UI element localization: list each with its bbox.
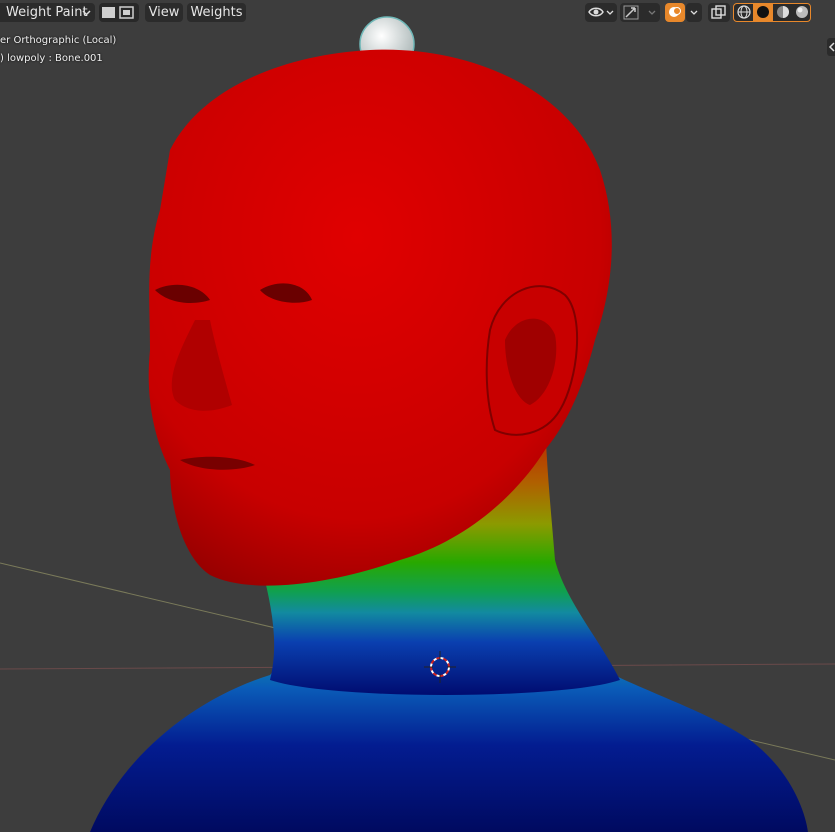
view-name-label: er Orthographic (Local)	[0, 35, 117, 46]
overlay-toggle[interactable]	[665, 3, 685, 22]
rendered-shading-button[interactable]	[792, 4, 811, 21]
xray-icon	[711, 5, 726, 19]
transform-toggle-group[interactable]	[99, 3, 139, 22]
viewport-scene	[0, 16, 835, 832]
xray-toggle[interactable]	[708, 3, 730, 22]
3d-viewport[interactable]: er Orthographic (Local) ) lowpoly : Bone…	[0, 0, 835, 832]
gizmo-icon	[623, 5, 639, 20]
sidebar-toggle[interactable]	[827, 38, 835, 56]
wireframe-shading-icon	[737, 5, 751, 19]
overlay-icon	[669, 7, 681, 17]
mode-label: Weight Paint	[6, 5, 88, 20]
chevron-down-icon	[82, 10, 91, 16]
eye-icon	[588, 7, 604, 17]
chevron-down-icon	[690, 10, 698, 15]
transform-icon	[102, 6, 134, 19]
material-shading-icon	[777, 6, 789, 18]
view-menu[interactable]: View	[145, 3, 183, 22]
gizmo-dropdown[interactable]	[620, 3, 660, 22]
mode-selector[interactable]: Weight Paint	[0, 3, 95, 22]
overlay-dropdown[interactable]	[686, 3, 702, 22]
solid-shading-button[interactable]	[753, 4, 773, 21]
solid-shading-icon	[757, 6, 769, 18]
object-info-label: ) lowpoly : Bone.001	[0, 53, 103, 64]
chevron-down-icon	[606, 10, 614, 15]
rendered-shading-icon	[796, 6, 808, 18]
weights-menu[interactable]: Weights	[187, 3, 246, 22]
material-shading-button[interactable]	[773, 4, 792, 21]
viewport-header: Weight Paint View Weights	[0, 0, 835, 56]
chevron-down-icon	[648, 10, 656, 15]
wireframe-shading-button[interactable]	[734, 4, 753, 21]
visibility-dropdown[interactable]	[585, 3, 617, 22]
chevron-left-icon	[828, 42, 835, 52]
shading-mode-group	[733, 3, 811, 22]
